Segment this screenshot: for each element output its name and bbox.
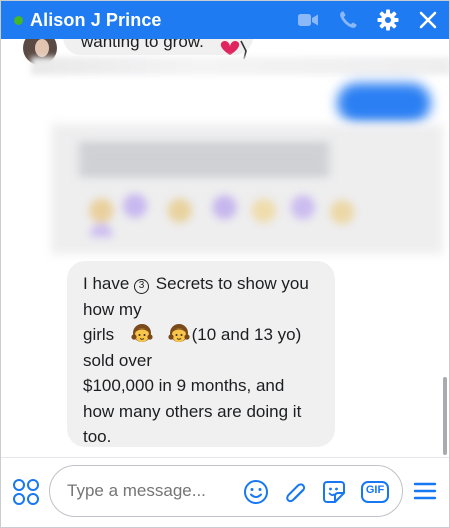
message-input-container[interactable]: GIF	[49, 465, 403, 517]
menu-icon[interactable]	[412, 480, 438, 502]
emoji-icon[interactable]	[243, 479, 269, 505]
chat-window: Alison J Prince wanting to grow. I have …	[0, 0, 450, 528]
message-text-segment: Secrets to show you	[151, 274, 309, 293]
circled-number-badge: 3	[134, 279, 150, 294]
online-status-dot	[14, 15, 23, 25]
blurred-outgoing-message	[337, 83, 431, 123]
gear-icon[interactable]	[377, 9, 399, 31]
sticker-icon[interactable]	[321, 479, 347, 505]
message-text-segment: (10 and 13 yo)	[191, 325, 302, 344]
incoming-message-text: I have 3 Secrets to show you how my girl…	[83, 271, 327, 450]
girl-emoji-icon	[168, 323, 190, 345]
message-text-segment: I have	[83, 274, 135, 293]
blurred-text-lines	[79, 144, 329, 180]
message-text-segment: girls	[83, 325, 115, 344]
phone-icon[interactable]	[337, 9, 359, 31]
girl-emoji-icon	[131, 323, 153, 345]
apps-icon[interactable]	[12, 478, 40, 506]
scrollbar-thumb[interactable]	[443, 377, 447, 455]
message-line: too.	[83, 427, 112, 446]
message-list[interactable]: wanting to grow. I have 3 Secrets to sho…	[1, 39, 449, 457]
message-input[interactable]	[67, 481, 217, 501]
header-actions	[297, 1, 439, 39]
close-icon[interactable]	[417, 9, 439, 31]
blurred-content	[31, 57, 449, 75]
message-composer: GIF	[1, 457, 449, 527]
gif-icon[interactable]: GIF	[360, 479, 390, 505]
message-line: how many others are doing it	[83, 401, 302, 421]
message-line: I have 3 Secrets to show you	[83, 271, 327, 297]
message-line: $100,000 in 9 months, and	[83, 376, 285, 395]
previous-message-text: wanting to grow.	[81, 39, 204, 51]
gif-label: GIF	[365, 484, 385, 496]
blurred-emoji-row	[79, 189, 359, 237]
chat-header[interactable]: Alison J Prince	[1, 1, 449, 39]
attachment-icon[interactable]	[282, 479, 308, 505]
message-line: sold over	[83, 350, 152, 370]
video-camera-icon[interactable]	[297, 9, 319, 31]
contact-name[interactable]: Alison J Prince	[30, 10, 162, 31]
message-line: how my	[83, 299, 142, 319]
message-line: girls (10 and 13 yo)	[83, 322, 327, 348]
